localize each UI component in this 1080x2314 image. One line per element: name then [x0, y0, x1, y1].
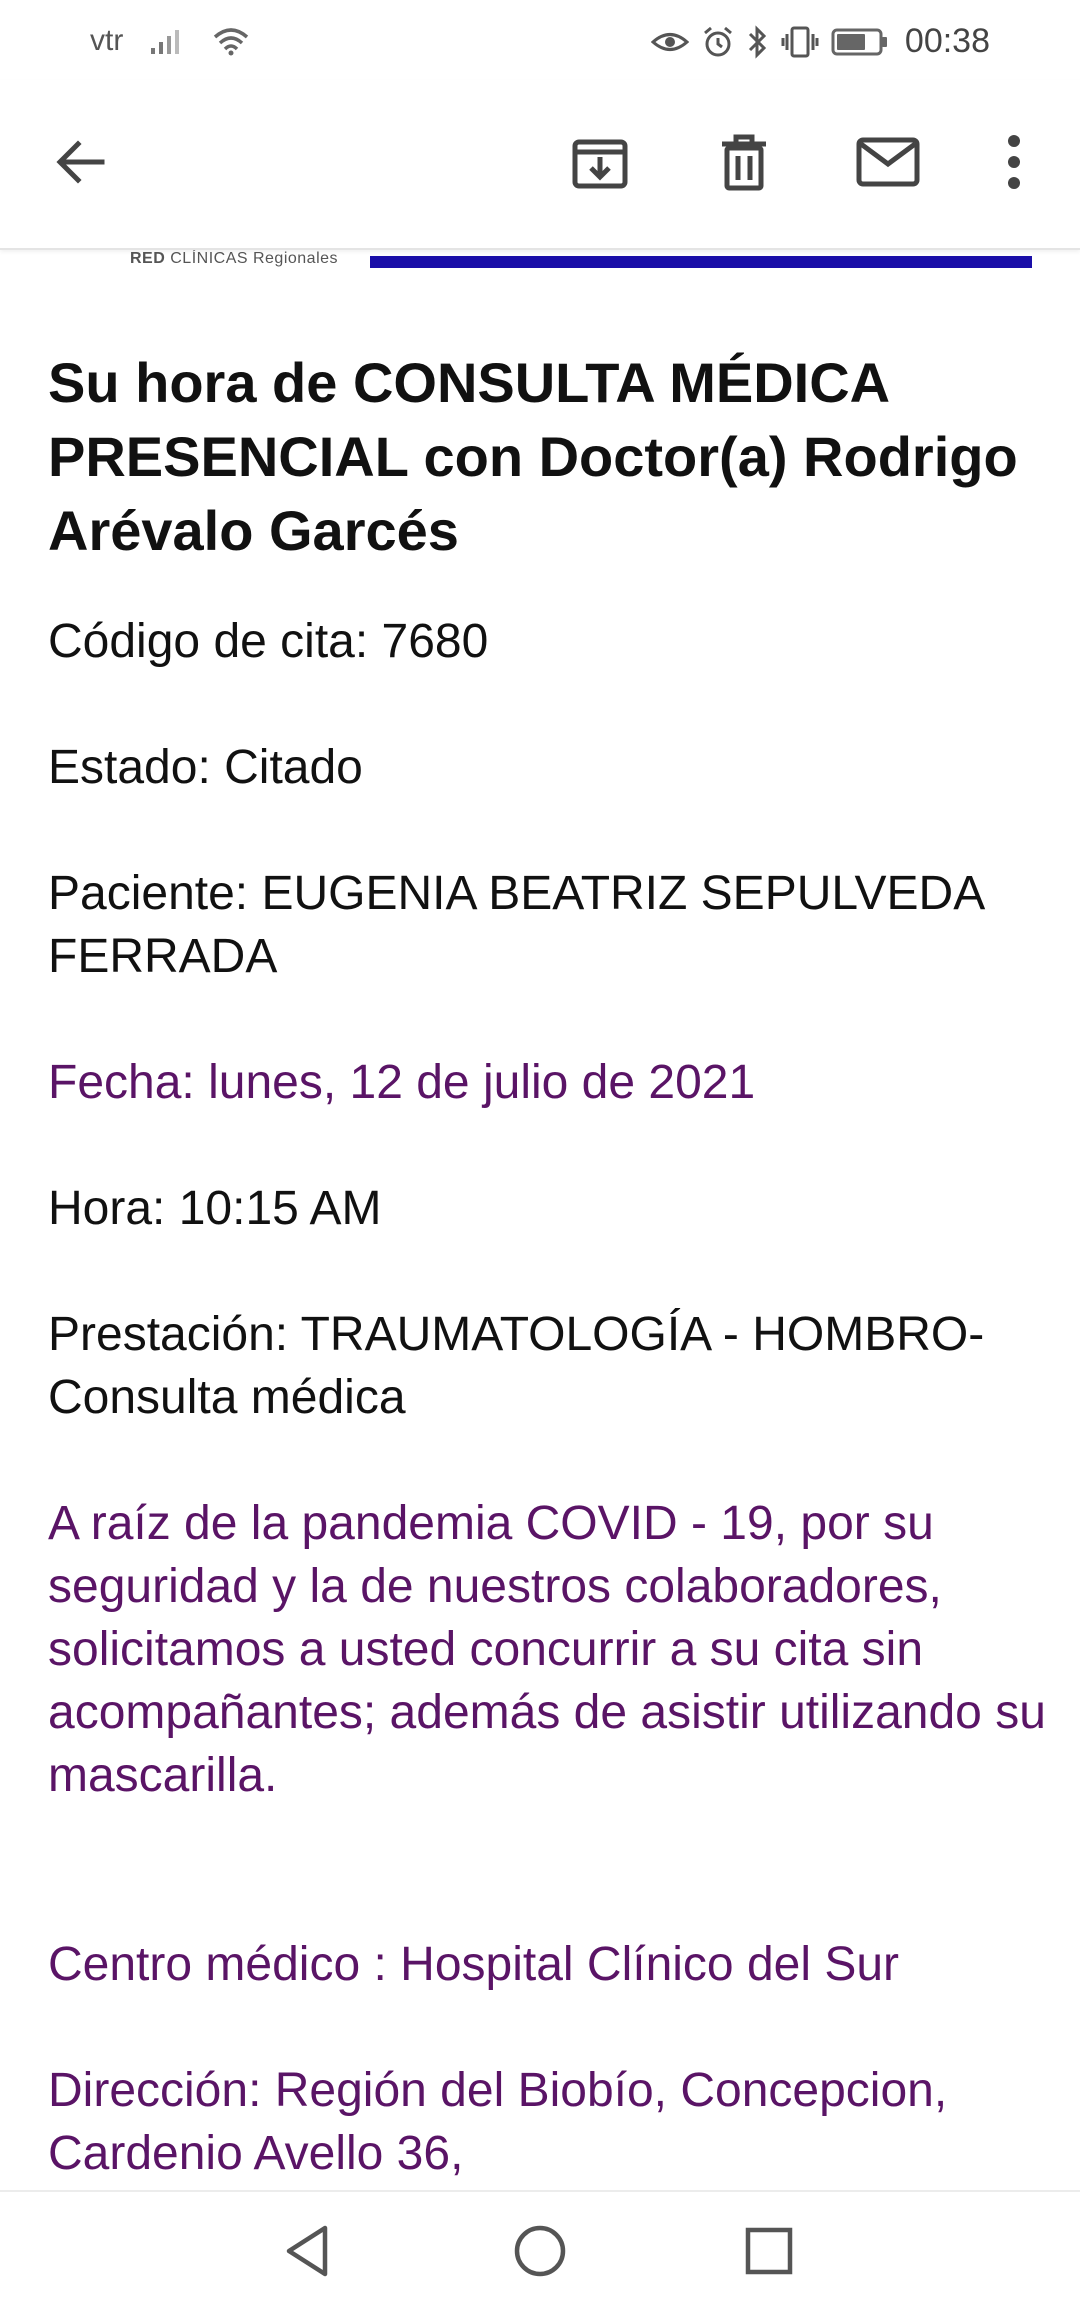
fecha-link[interactable]: Fecha: lunes, 12 de julio de 2021 [48, 1051, 1048, 1114]
back-arrow-icon [52, 134, 108, 195]
codigo-field: Código de cita: 7680 [48, 615, 489, 668]
eye-icon [650, 27, 689, 57]
logo-light-text: CLÍNICAS Regionales [170, 250, 339, 267]
nav-recents-button[interactable] [734, 2218, 804, 2288]
centro-field: Centro médico : Hospital Clínico del Sur [48, 1938, 900, 1991]
archive-icon [570, 132, 630, 197]
alarm-icon [701, 25, 735, 59]
home-circle-icon [513, 2224, 567, 2283]
covid-notice: A raíz de la pandemia COVID - 19, por su… [48, 1497, 1046, 1802]
email-toolbar [0, 80, 1080, 250]
wifi-icon [211, 25, 251, 57]
estado-field: Estado: Citado [48, 741, 363, 794]
carrier-label: vtr [90, 24, 124, 57]
mark-unread-icon [855, 136, 921, 193]
delete-button[interactable] [704, 124, 784, 204]
system-nav-bar [0, 2190, 1080, 2314]
banner-bar [370, 256, 1032, 268]
bluetooth-icon [747, 24, 769, 59]
vibrate-icon [781, 25, 819, 59]
more-options-button[interactable] [974, 124, 1054, 204]
email-body: RED CLÍNICAS Regionales Su hora de CONSU… [0, 250, 1080, 2190]
logo-bold-text: RED [130, 250, 166, 267]
direccion-link[interactable]: Dirección: Región del Biobío, Concepcion… [48, 2059, 1048, 2185]
paciente-field: Paciente: EUGENIA BEATRIZ SEPULVEDA FERR… [48, 867, 983, 983]
nav-home-button[interactable] [505, 2218, 575, 2288]
battery-icon [831, 27, 889, 57]
back-button[interactable] [40, 124, 120, 204]
recents-square-icon [744, 2226, 794, 2281]
status-right: 00:38 [650, 22, 990, 61]
status-bar: vtr 00:38 [0, 0, 1080, 80]
clinic-logo: RED CLÍNICAS Regionales [130, 250, 338, 268]
clock-time: 00:38 [904, 22, 990, 60]
status-left: vtr [90, 24, 251, 58]
mark-unread-button[interactable] [848, 124, 928, 204]
email-title: Su hora de CONSULTA MÉDICA PRESENCIAL co… [48, 351, 1018, 562]
archive-button[interactable] [560, 124, 640, 204]
prestacion-field: Prestación: TRAUMATOLOGÍA - HOMBRO-Consu… [48, 1308, 985, 1424]
signal-icon [149, 26, 185, 56]
back-triangle-icon [283, 2224, 333, 2283]
hora-field: Hora: 10:15 AM [48, 1182, 382, 1235]
more-options-icon [1006, 134, 1022, 195]
nav-back-button[interactable] [273, 2218, 343, 2288]
delete-icon [716, 132, 772, 197]
